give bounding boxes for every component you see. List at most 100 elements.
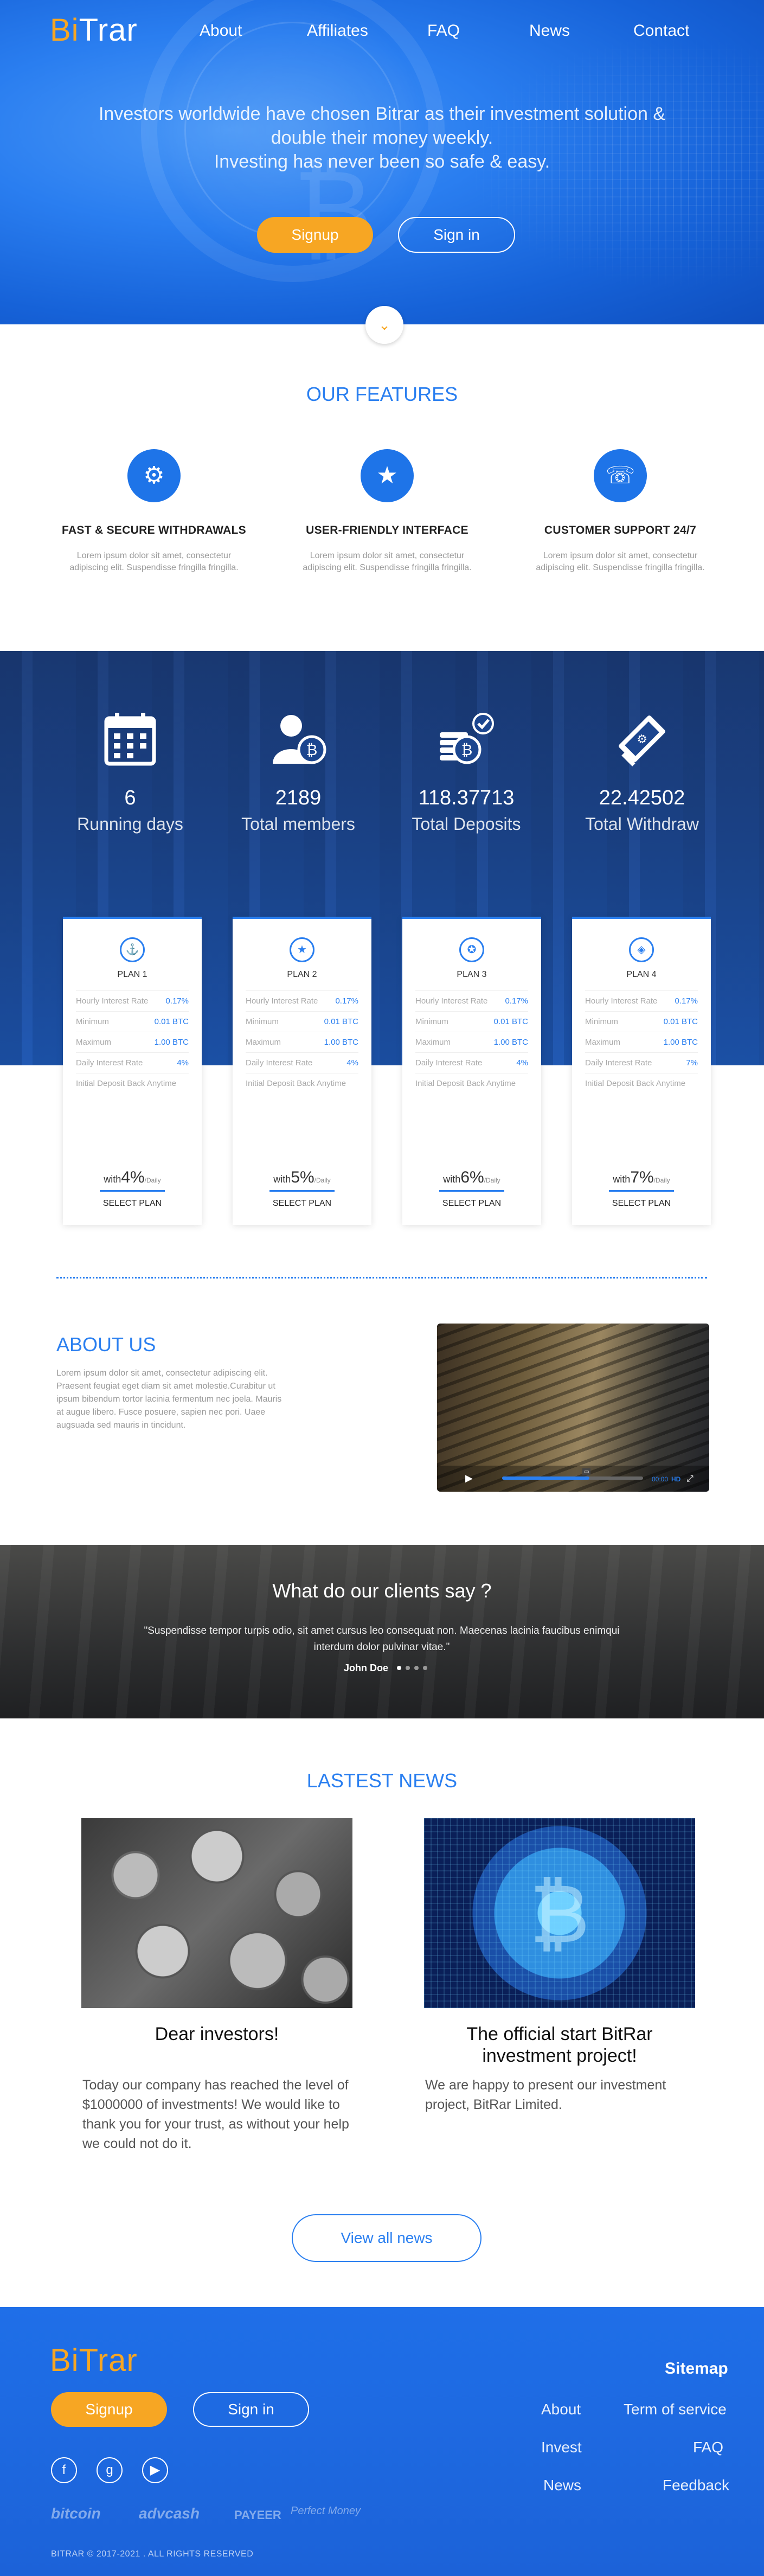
carousel-dots xyxy=(397,1666,427,1670)
bitcoin-payment-logo: bitcoin xyxy=(51,2505,101,2522)
feature-title: USER-FRIENDLY INTERFACE xyxy=(306,524,468,536)
nav-contact[interactable]: Contact xyxy=(633,22,689,40)
hd-toggle[interactable]: HD xyxy=(671,1475,680,1483)
plan-divider xyxy=(609,1190,674,1192)
youtube-icon[interactable]: ▶ xyxy=(142,2457,168,2483)
news-image-bitcoin[interactable]: ₿ xyxy=(424,1818,695,2008)
plan-row-deposit-back: Initial Deposit Back Anytime xyxy=(585,1073,698,1094)
about-title: ABOUT US xyxy=(56,1333,156,1356)
stat-value: 118.37713 xyxy=(418,787,515,809)
stat-label: Total Deposits xyxy=(412,814,521,834)
stat-label: Total members xyxy=(241,814,355,834)
stat-total-members: ₿ 2189 Total members xyxy=(228,711,369,834)
nav-about[interactable]: About xyxy=(200,22,242,40)
footer-link-feedback[interactable]: Feedback xyxy=(663,2477,729,2494)
footer-link-news[interactable]: News xyxy=(543,2477,581,2494)
news-item-title[interactable]: Dear investors! xyxy=(81,2023,352,2045)
footer-signin-button[interactable]: Sign in xyxy=(193,2392,309,2427)
sitemap-heading: Sitemap xyxy=(665,2360,728,2377)
news-item-text: Today our company has reached the level … xyxy=(82,2078,349,2151)
svg-text:₿: ₿ xyxy=(306,741,318,759)
footer-link-about[interactable]: About xyxy=(541,2401,581,2418)
plan-card: ◈ PLAN 4 Hourly Interest Rate 0.17% Minim… xyxy=(572,917,711,1225)
plan-row-daily: Daily Interest Rate 7% xyxy=(585,1052,698,1073)
logo-part2: Trar xyxy=(79,12,138,48)
stat-label: Running days xyxy=(77,814,183,834)
news-item-text: We are happy to present our investment p… xyxy=(425,2078,666,2112)
about-text: Lorem ipsum dolor sit amet, consectetur … xyxy=(56,1369,282,1430)
chevron-down-icon[interactable]: ⌄ xyxy=(365,306,403,344)
plan-row-daily: Daily Interest Rate 4% xyxy=(246,1052,358,1073)
plan-rate: with5%/Daily xyxy=(273,1168,331,1186)
stat-value: 2189 xyxy=(275,787,322,809)
star-icon: ★ xyxy=(290,937,314,962)
members-icon: ₿ xyxy=(228,711,369,770)
hero-tagline: Investors worldwide have chosen Bitrar a… xyxy=(0,102,764,174)
nav-news[interactable]: News xyxy=(529,22,570,40)
signup-button[interactable]: Signup xyxy=(257,217,373,253)
select-plan-button[interactable]: SELECT PLAN xyxy=(572,1199,711,1209)
plan-name: PLAN 3 xyxy=(457,970,487,979)
plan-divider xyxy=(269,1190,335,1192)
feature-item: ⚙ FAST & SECURE WITHDRAWALS Lorem ipsum … xyxy=(46,449,262,574)
plan-divider xyxy=(439,1190,504,1192)
feature-desc: Lorem ipsum dolor sit amet, consectetur … xyxy=(303,551,472,572)
stat-total-deposits: ₿ 118.37713 Total Deposits xyxy=(396,711,537,834)
fullscreen-icon[interactable]: ⤢ xyxy=(686,1474,694,1484)
logo[interactable]: BiTrar xyxy=(50,12,138,48)
testimonial-title: What do our clients say ? xyxy=(272,1580,492,1602)
plan-card: ⚓ PLAN 1 Hourly Interest Rate 0.17% Minim… xyxy=(63,917,202,1225)
section-divider xyxy=(56,1277,707,1279)
news-title: LASTEST NEWS xyxy=(306,1769,458,1792)
plan-row-hourly: Hourly Interest Rate 0.17% xyxy=(246,990,358,1011)
facebook-icon[interactable]: f xyxy=(51,2457,77,2483)
video-player[interactable]: ▶ ▭ 00:00 HD ⤢ xyxy=(437,1324,709,1492)
plan-row-minimum: Minimum 0.01 BTC xyxy=(76,1011,189,1032)
feature-title: CUSTOMER SUPPORT 24/7 xyxy=(544,524,697,536)
play-icon[interactable]: ▶ xyxy=(465,1473,473,1484)
calendar-icon xyxy=(60,711,201,770)
plan-rate: with7%/Daily xyxy=(613,1168,670,1186)
select-plan-button[interactable]: SELECT PLAN xyxy=(63,1199,202,1209)
plan-row-deposit-back: Initial Deposit Back Anytime xyxy=(415,1073,528,1094)
view-all-news-button[interactable]: View all news xyxy=(292,2214,481,2262)
plan-row-deposit-back: Initial Deposit Back Anytime xyxy=(246,1073,358,1094)
plan-row-maximum: Maximum 1.00 BTC xyxy=(76,1032,189,1052)
star-icon: ★ xyxy=(361,449,414,502)
select-plan-button[interactable]: SELECT PLAN xyxy=(402,1199,541,1209)
news-item-title[interactable]: The official start BitRar investment pro… xyxy=(424,2023,695,2067)
logo-part1: Bi xyxy=(50,2343,79,2378)
select-plan-button[interactable]: SELECT PLAN xyxy=(233,1199,371,1209)
feature-title: FAST & SECURE WITHDRAWALS xyxy=(61,524,246,536)
footer-link-invest[interactable]: Invest xyxy=(541,2439,582,2456)
footer-signup-button[interactable]: Signup xyxy=(51,2392,167,2427)
withdraw-icon: ⚙ xyxy=(572,711,712,770)
svg-text:₿: ₿ xyxy=(461,741,473,759)
carousel-dot[interactable] xyxy=(414,1666,419,1670)
nav-affiliates[interactable]: Affiliates xyxy=(307,22,368,40)
feature-item: ★ USER-FRIENDLY INTERFACE Lorem ipsum do… xyxy=(279,449,496,574)
carousel-dot[interactable] xyxy=(397,1666,401,1670)
footer-link-terms[interactable]: Term of service xyxy=(624,2401,727,2418)
coins-icon: ₿ xyxy=(396,711,537,770)
advcash-payment-logo: advcash xyxy=(139,2505,200,2522)
plan-row-maximum: Maximum 1.00 BTC xyxy=(585,1032,698,1052)
feature-desc: Lorem ipsum dolor sit amet, consectetur … xyxy=(536,551,705,572)
feature-item: ☏ CUSTOMER SUPPORT 24/7 Lorem ipsum dolo… xyxy=(512,449,729,574)
signin-button[interactable]: Sign in xyxy=(398,217,515,253)
hero-line-3: Investing has never been so safe & easy. xyxy=(214,151,550,172)
plan-card: ✪ PLAN 3 Hourly Interest Rate 0.17% Minim… xyxy=(402,917,541,1225)
carousel-dot[interactable] xyxy=(423,1666,427,1670)
plan-row-deposit-back: Initial Deposit Back Anytime xyxy=(76,1073,189,1094)
footer-logo[interactable]: BiTrar xyxy=(50,2342,138,2379)
google-plus-icon[interactable]: g xyxy=(97,2457,123,2483)
video-time: 00:00 xyxy=(652,1475,669,1483)
carousel-dot[interactable] xyxy=(406,1666,410,1670)
features-title: OUR FEATURES xyxy=(306,383,458,405)
video-progress-bar[interactable] xyxy=(502,1476,643,1480)
nav-faq[interactable]: FAQ xyxy=(427,22,460,40)
perfect-money-payment-logo: Perfect Money xyxy=(291,2505,361,2517)
plan-row-maximum: Maximum 1.00 BTC xyxy=(246,1032,358,1052)
news-image-coins[interactable] xyxy=(81,1818,352,2008)
footer-link-faq[interactable]: FAQ xyxy=(693,2439,723,2456)
